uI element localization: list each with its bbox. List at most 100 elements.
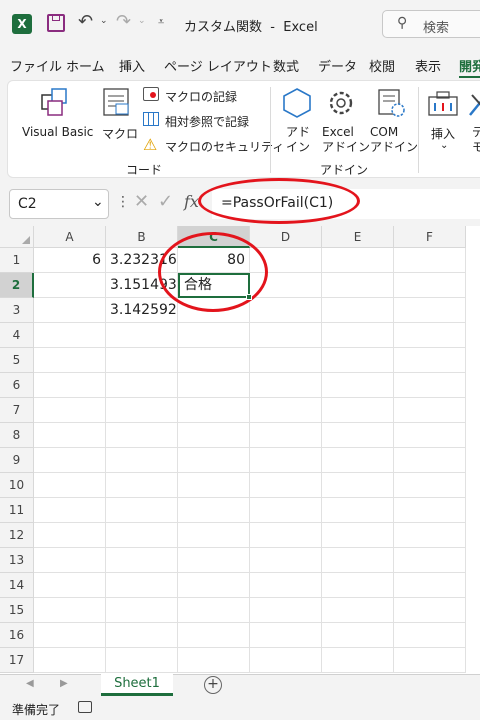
cell-c13[interactable] (178, 548, 250, 573)
cell-e17[interactable] (322, 648, 394, 673)
row-header-17[interactable]: 17 (0, 648, 34, 673)
row-header-7[interactable]: 7 (0, 398, 34, 423)
row-header-11[interactable]: 11 (0, 498, 34, 523)
cell-b16[interactable] (106, 623, 178, 648)
fill-handle[interactable] (246, 294, 252, 300)
cell-a4[interactable] (34, 323, 106, 348)
cell-f12[interactable] (394, 523, 466, 548)
tab-file[interactable]: ファイル (10, 56, 62, 75)
scroll-right-icon[interactable]: ▶ (60, 678, 68, 689)
cell-d14[interactable] (250, 573, 322, 598)
enter-icon[interactable]: ✓ (158, 191, 173, 212)
cell-c6[interactable] (178, 373, 250, 398)
cell-a12[interactable] (34, 523, 106, 548)
cell-e10[interactable] (322, 473, 394, 498)
cell-b13[interactable] (106, 548, 178, 573)
design-mode-button[interactable]: デザ モ (466, 85, 480, 155)
cell-c8[interactable] (178, 423, 250, 448)
cell-f14[interactable] (394, 573, 466, 598)
cell-d15[interactable] (250, 598, 322, 623)
save-icon[interactable] (47, 14, 65, 32)
chevron-down-icon[interactable]: ⌄ (92, 194, 104, 210)
row-header-13[interactable]: 13 (0, 548, 34, 573)
cell-b6[interactable] (106, 373, 178, 398)
tab-page-layout[interactable]: ページ レイアウト (164, 56, 272, 75)
cell-b5[interactable] (106, 348, 178, 373)
cell-a17[interactable] (34, 648, 106, 673)
cell-f13[interactable] (394, 548, 466, 573)
cell-b11[interactable] (106, 498, 178, 523)
row-header-8[interactable]: 8 (0, 423, 34, 448)
cell-d13[interactable] (250, 548, 322, 573)
cell-f5[interactable] (394, 348, 466, 373)
cell-e2[interactable] (322, 273, 394, 298)
redo-dropdown-icon[interactable]: ⌄ (138, 16, 146, 26)
tab-developer[interactable]: 開発 (459, 56, 480, 75)
cell-f7[interactable] (394, 398, 466, 423)
cell-c15[interactable] (178, 598, 250, 623)
cell-e11[interactable] (322, 498, 394, 523)
cell-c12[interactable] (178, 523, 250, 548)
redo-icon[interactable]: ↷ (116, 11, 131, 32)
cell-d4[interactable] (250, 323, 322, 348)
cell-b17[interactable] (106, 648, 178, 673)
cell-e3[interactable] (322, 298, 394, 323)
cell-e4[interactable] (322, 323, 394, 348)
cell-b9[interactable] (106, 448, 178, 473)
cell-c11[interactable] (178, 498, 250, 523)
cell-c10[interactable] (178, 473, 250, 498)
tab-insert[interactable]: 挿入 (119, 56, 145, 75)
cell-c7[interactable] (178, 398, 250, 423)
cell-e1[interactable] (322, 248, 394, 273)
cell-a8[interactable] (34, 423, 106, 448)
row-header-6[interactable]: 6 (0, 373, 34, 398)
cell-d9[interactable] (250, 448, 322, 473)
cell-d10[interactable] (250, 473, 322, 498)
visual-basic-button[interactable]: Visual Basic (20, 85, 96, 145)
cell-e12[interactable] (322, 523, 394, 548)
cell-f10[interactable] (394, 473, 466, 498)
cell-e13[interactable] (322, 548, 394, 573)
cell-e7[interactable] (322, 398, 394, 423)
cell-b10[interactable] (106, 473, 178, 498)
cell-b7[interactable] (106, 398, 178, 423)
cell-b8[interactable] (106, 423, 178, 448)
cell-c14[interactable] (178, 573, 250, 598)
cell-f4[interactable] (394, 323, 466, 348)
addin-button[interactable]: アド イン (278, 85, 318, 155)
tab-home[interactable]: ホーム (66, 56, 105, 75)
scroll-left-icon[interactable]: ◀ (26, 678, 34, 689)
cell-e5[interactable] (322, 348, 394, 373)
cell-d17[interactable] (250, 648, 322, 673)
customize-qat-icon[interactable]: ⩡ (158, 15, 164, 29)
cell-e6[interactable] (322, 373, 394, 398)
name-box[interactable]: C2 ⌄ (9, 189, 109, 219)
row-header-3[interactable]: 3 (0, 298, 34, 323)
cell-f8[interactable] (394, 423, 466, 448)
tab-formulas[interactable]: 数式 (273, 56, 299, 75)
insert-control-button[interactable]: 挿入 ⌄ (423, 85, 463, 155)
sheet-tab-sheet1[interactable]: Sheet1 (101, 674, 173, 696)
select-all-corner[interactable] (0, 226, 34, 248)
cancel-icon[interactable]: ✕ (134, 191, 149, 212)
cell-a2[interactable] (34, 273, 106, 298)
cell-a10[interactable] (34, 473, 106, 498)
cell-c17[interactable] (178, 648, 250, 673)
cell-f16[interactable] (394, 623, 466, 648)
row-header-9[interactable]: 9 (0, 448, 34, 473)
excel-addin-button[interactable]: Excel アドイン (320, 85, 370, 155)
undo-icon[interactable]: ↶ (78, 11, 93, 32)
macro-security-button[interactable]: ⚠ マクロのセキュリティ (143, 135, 284, 157)
add-sheet-button[interactable]: + (204, 676, 222, 694)
row-header-16[interactable]: 16 (0, 623, 34, 648)
accessibility-icon[interactable] (78, 701, 92, 713)
cell-f11[interactable] (394, 498, 466, 523)
cell-e9[interactable] (322, 448, 394, 473)
cell-d6[interactable] (250, 373, 322, 398)
cell-e16[interactable] (322, 623, 394, 648)
row-header-2[interactable]: 2 (0, 273, 34, 298)
cell-a3[interactable] (34, 298, 106, 323)
search-box[interactable]: ⚲ 検索 (382, 10, 480, 38)
cell-c4[interactable] (178, 323, 250, 348)
macro-button[interactable]: マクロ (98, 85, 140, 145)
